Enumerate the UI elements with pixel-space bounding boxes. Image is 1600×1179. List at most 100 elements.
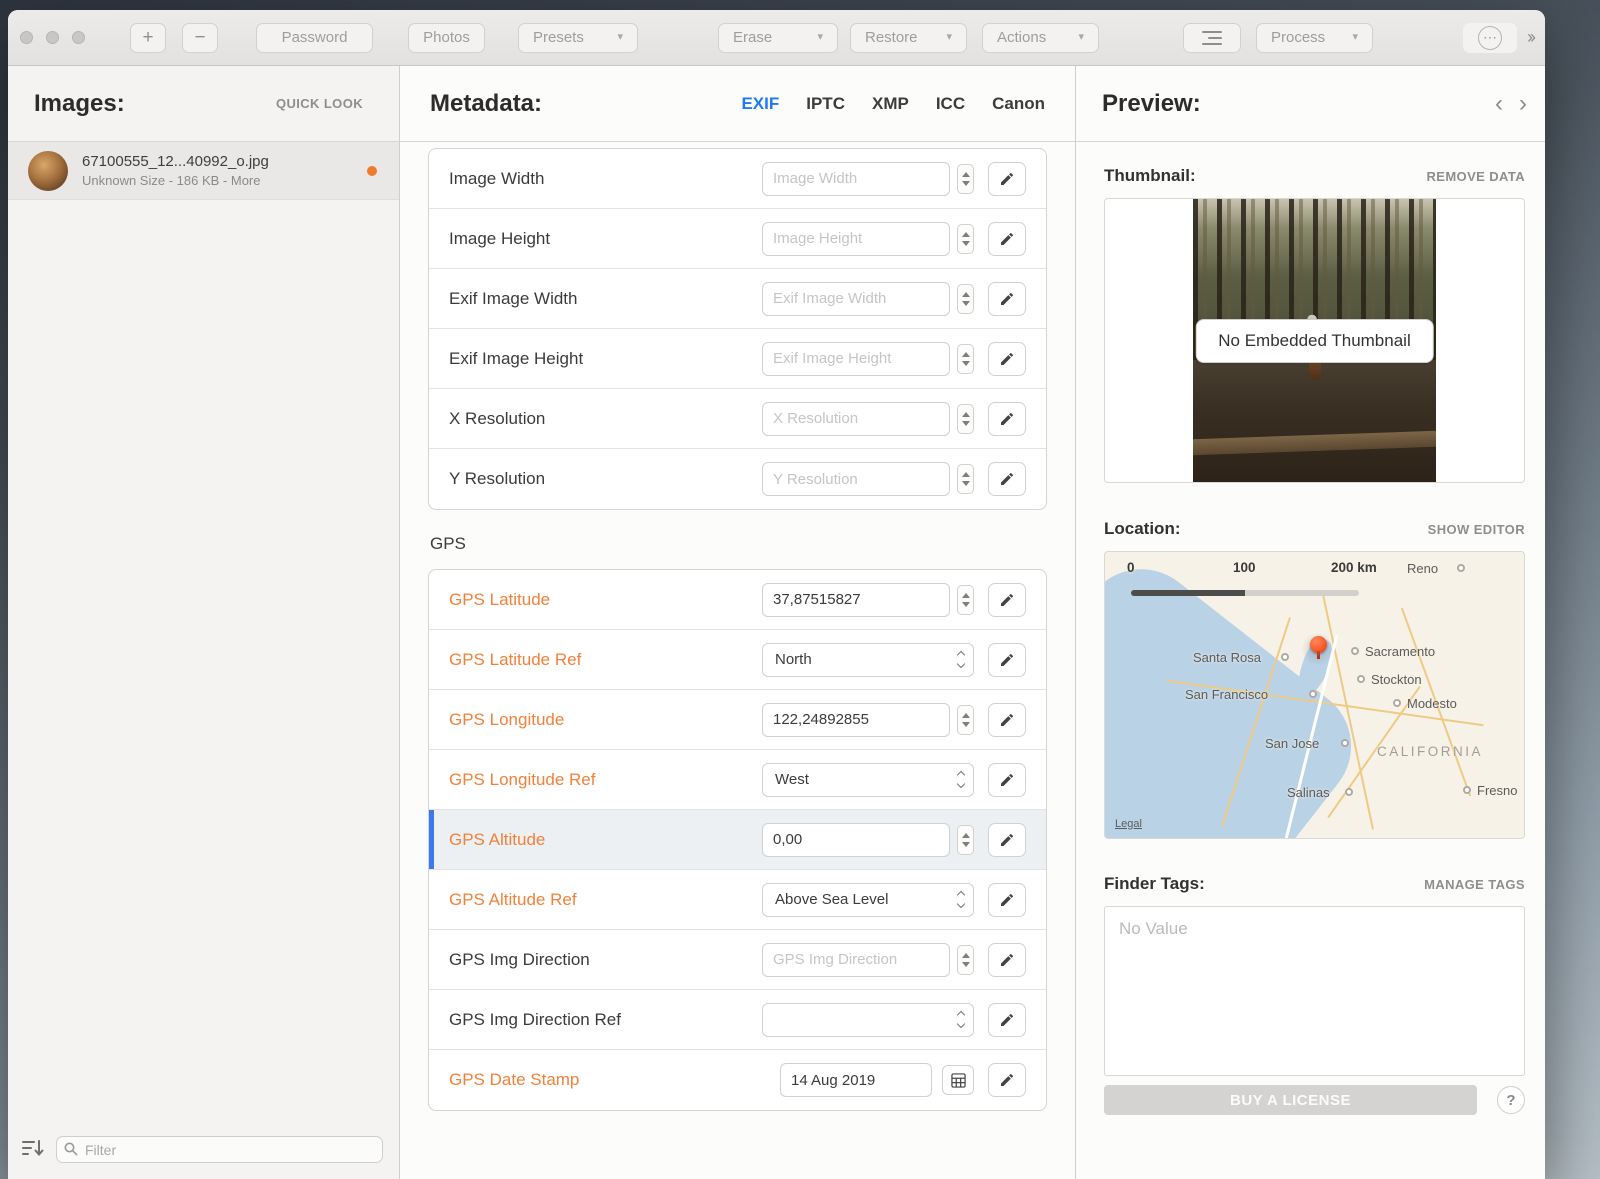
close-button[interactable] xyxy=(20,31,33,44)
show-editor-button[interactable]: SHOW EDITOR xyxy=(1428,522,1525,537)
value-stepper[interactable] xyxy=(957,284,974,314)
table-row[interactable]: GPS Longitude xyxy=(429,690,1046,750)
tab-icc[interactable]: ICC xyxy=(936,94,965,114)
process-dropdown[interactable]: Process▾ xyxy=(1256,23,1373,53)
tab-iptc[interactable]: IPTC xyxy=(806,94,845,114)
value-stepper[interactable] xyxy=(957,344,974,374)
tab-xmp[interactable]: XMP xyxy=(872,94,909,114)
edit-pencil-button[interactable] xyxy=(988,703,1026,737)
table-row[interactable]: GPS Altitude Ref Above Sea Level xyxy=(429,870,1046,930)
filter-input[interactable] xyxy=(56,1136,383,1163)
edit-pencil-button[interactable] xyxy=(988,763,1026,797)
tab-canon[interactable]: Canon xyxy=(992,94,1045,114)
date-input[interactable] xyxy=(780,1063,932,1097)
finder-tags-field[interactable]: No Value xyxy=(1104,906,1525,1076)
restore-dropdown[interactable]: Restore▾ xyxy=(850,23,967,53)
edit-pencil-button[interactable] xyxy=(988,282,1026,316)
photos-button[interactable]: Photos xyxy=(408,23,485,53)
field-input[interactable] xyxy=(762,162,950,196)
more-link[interactable]: More xyxy=(231,173,261,188)
buy-license-button[interactable]: BUY A LICENSE xyxy=(1104,1085,1477,1115)
field-select[interactable]: West xyxy=(762,763,974,797)
edit-pencil-button[interactable] xyxy=(988,342,1026,376)
edit-pencil-button[interactable] xyxy=(988,643,1026,677)
legal-link[interactable]: Legal xyxy=(1115,818,1142,830)
field-input[interactable] xyxy=(762,282,950,316)
field-select[interactable] xyxy=(762,1003,974,1037)
toolbar-overflow-icon[interactable]: ›› xyxy=(1527,27,1533,48)
value-stepper[interactable] xyxy=(957,404,974,434)
edit-pencil-button[interactable] xyxy=(988,1003,1026,1037)
table-row[interactable]: GPS Img Direction Ref xyxy=(429,990,1046,1050)
pencil-icon xyxy=(999,291,1015,307)
value-stepper[interactable] xyxy=(957,945,974,975)
field-input[interactable] xyxy=(762,462,950,496)
remove-data-button[interactable]: REMOVE DATA xyxy=(1426,169,1525,184)
field-input[interactable] xyxy=(762,823,950,857)
erase-dropdown[interactable]: Erase▾ xyxy=(718,23,838,53)
sort-button[interactable] xyxy=(22,1139,44,1160)
edit-pencil-button[interactable] xyxy=(988,583,1026,617)
manage-tags-button[interactable]: MANAGE TAGS xyxy=(1424,877,1525,892)
field-select[interactable]: North xyxy=(762,643,974,677)
edit-pencil-button[interactable] xyxy=(988,402,1026,436)
table-row[interactable]: Exif Image Width xyxy=(429,269,1046,329)
city-label: Stockton xyxy=(1371,672,1422,687)
add-image-button[interactable]: + xyxy=(130,23,166,53)
view-options-button[interactable] xyxy=(1183,23,1241,53)
map-pin xyxy=(1310,636,1327,653)
pencil-icon xyxy=(999,231,1015,247)
table-row[interactable]: Image Height xyxy=(429,209,1046,269)
value-stepper[interactable] xyxy=(957,164,974,194)
minimize-button[interactable] xyxy=(46,31,59,44)
table-row[interactable]: GPS Longitude Ref West xyxy=(429,750,1046,810)
calendar-button[interactable] xyxy=(942,1065,974,1095)
value-stepper[interactable] xyxy=(957,464,974,494)
edit-pencil-button[interactable] xyxy=(988,883,1026,917)
edit-pencil-button[interactable] xyxy=(988,222,1026,256)
list-item[interactable]: 67100555_12...40992_o.jpg Unknown Size -… xyxy=(8,142,399,200)
edit-pencil-button[interactable] xyxy=(988,943,1026,977)
more-options-button[interactable]: ⋯ xyxy=(1463,23,1517,53)
select-chevrons-icon xyxy=(958,652,964,667)
actions-dropdown[interactable]: Actions▾ xyxy=(982,23,1099,53)
help-button[interactable]: ? xyxy=(1497,1086,1525,1114)
presets-dropdown[interactable]: Presets▾ xyxy=(518,23,638,53)
pencil-icon xyxy=(999,351,1015,367)
value-stepper[interactable] xyxy=(957,585,974,615)
previous-image-button[interactable]: ‹ xyxy=(1495,92,1503,116)
next-image-button[interactable]: › xyxy=(1519,92,1527,116)
table-row[interactable]: GPS Latitude xyxy=(429,570,1046,630)
quick-look-button[interactable]: QUICK LOOK xyxy=(276,96,363,111)
table-row[interactable]: GPS Img Direction xyxy=(429,930,1046,990)
edit-pencil-button[interactable] xyxy=(988,1063,1026,1097)
zoom-button[interactable] xyxy=(72,31,85,44)
value-stepper[interactable] xyxy=(957,224,974,254)
edit-pencil-button[interactable] xyxy=(988,162,1026,196)
table-row[interactable]: X Resolution xyxy=(429,389,1046,449)
table-row[interactable]: GPS Date Stamp xyxy=(429,1050,1046,1110)
stepper-up-icon xyxy=(962,292,970,297)
field-input[interactable] xyxy=(762,222,950,256)
table-row[interactable]: Y Resolution xyxy=(429,449,1046,509)
field-input[interactable] xyxy=(762,943,950,977)
tab-exif[interactable]: EXIF xyxy=(741,94,779,114)
field-input[interactable] xyxy=(762,342,950,376)
value-stepper[interactable] xyxy=(957,825,974,855)
remove-image-button[interactable]: − xyxy=(182,23,218,53)
city-marker xyxy=(1457,564,1465,572)
password-button[interactable]: Password xyxy=(256,23,373,53)
field-input[interactable] xyxy=(762,583,950,617)
location-map[interactable]: 0 100 200 km Reno Santa Rosa Sacramento … xyxy=(1104,551,1525,839)
table-row[interactable]: GPS Latitude Ref North xyxy=(429,630,1046,690)
field-label: X Resolution xyxy=(449,409,545,429)
field-input[interactable] xyxy=(762,402,950,436)
table-row[interactable]: Exif Image Height xyxy=(429,329,1046,389)
field-input[interactable] xyxy=(762,703,950,737)
field-select[interactable]: Above Sea Level xyxy=(762,883,974,917)
table-row[interactable]: Image Width xyxy=(429,149,1046,209)
table-row-selected[interactable]: GPS Altitude xyxy=(429,810,1046,870)
value-stepper[interactable] xyxy=(957,705,974,735)
edit-pencil-button[interactable] xyxy=(988,462,1026,496)
edit-pencil-button[interactable] xyxy=(988,823,1026,857)
